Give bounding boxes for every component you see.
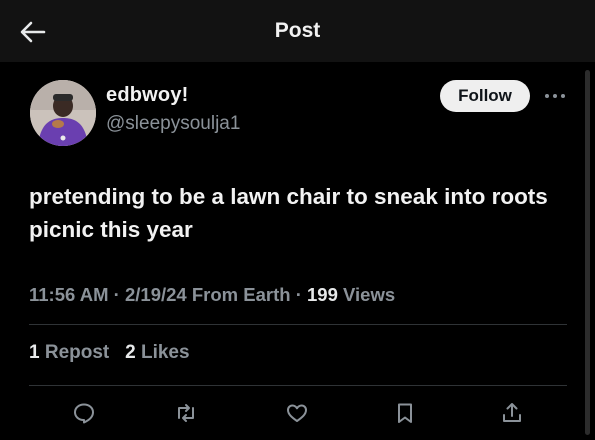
more-horizontal-icon <box>545 94 565 98</box>
meta-separator: · <box>295 284 302 305</box>
divider <box>29 324 567 325</box>
repost-button[interactable] <box>169 396 203 430</box>
post-date: 2/19/24 <box>124 284 187 305</box>
like-icon <box>287 404 307 422</box>
reply-icon <box>74 403 94 424</box>
scrollbar[interactable] <box>585 70 590 435</box>
post-text: pretending to be a lawn chair to sneak i… <box>29 184 548 242</box>
views-count[interactable]: 199 <box>307 284 338 305</box>
likes-count: 2 <box>125 342 136 363</box>
views-label[interactable]: Views <box>343 284 395 305</box>
share-button[interactable] <box>495 396 529 430</box>
bookmark-icon <box>398 403 412 423</box>
like-button[interactable] <box>280 396 314 430</box>
follow-button[interactable]: Follow <box>440 80 530 112</box>
user-handle[interactable]: @sleepysoulja1 <box>106 113 240 135</box>
back-button[interactable] <box>18 17 48 47</box>
meta-separator: · <box>113 284 120 305</box>
reposts-stat[interactable]: 1 Repost <box>29 342 109 363</box>
likes-stat[interactable]: 2 Likes <box>125 342 189 363</box>
post-time: 11:56 AM <box>29 284 109 305</box>
page-title: Post <box>274 19 321 42</box>
repost-icon <box>178 404 194 422</box>
more-button[interactable] <box>540 86 570 106</box>
post-stats: 1 Repost 2 Likes <box>29 342 190 364</box>
display-name[interactable]: edbwoy! <box>106 84 189 107</box>
reply-button[interactable] <box>67 396 101 430</box>
share-icon <box>503 403 521 422</box>
post-location: From Earth <box>191 284 291 305</box>
bookmark-button[interactable] <box>388 396 422 430</box>
likes-label: Likes <box>140 342 190 363</box>
reposts-count: 1 <box>29 342 40 363</box>
post-meta: 11:56 AM · 2/19/24 From Earth · 199 View… <box>29 284 395 306</box>
avatar[interactable] <box>30 80 96 146</box>
divider <box>29 385 567 386</box>
arrow-left-icon <box>20 21 46 43</box>
avatar-image <box>30 80 96 146</box>
top-bar: Post <box>0 0 595 62</box>
reposts-label: Repost <box>44 342 110 363</box>
